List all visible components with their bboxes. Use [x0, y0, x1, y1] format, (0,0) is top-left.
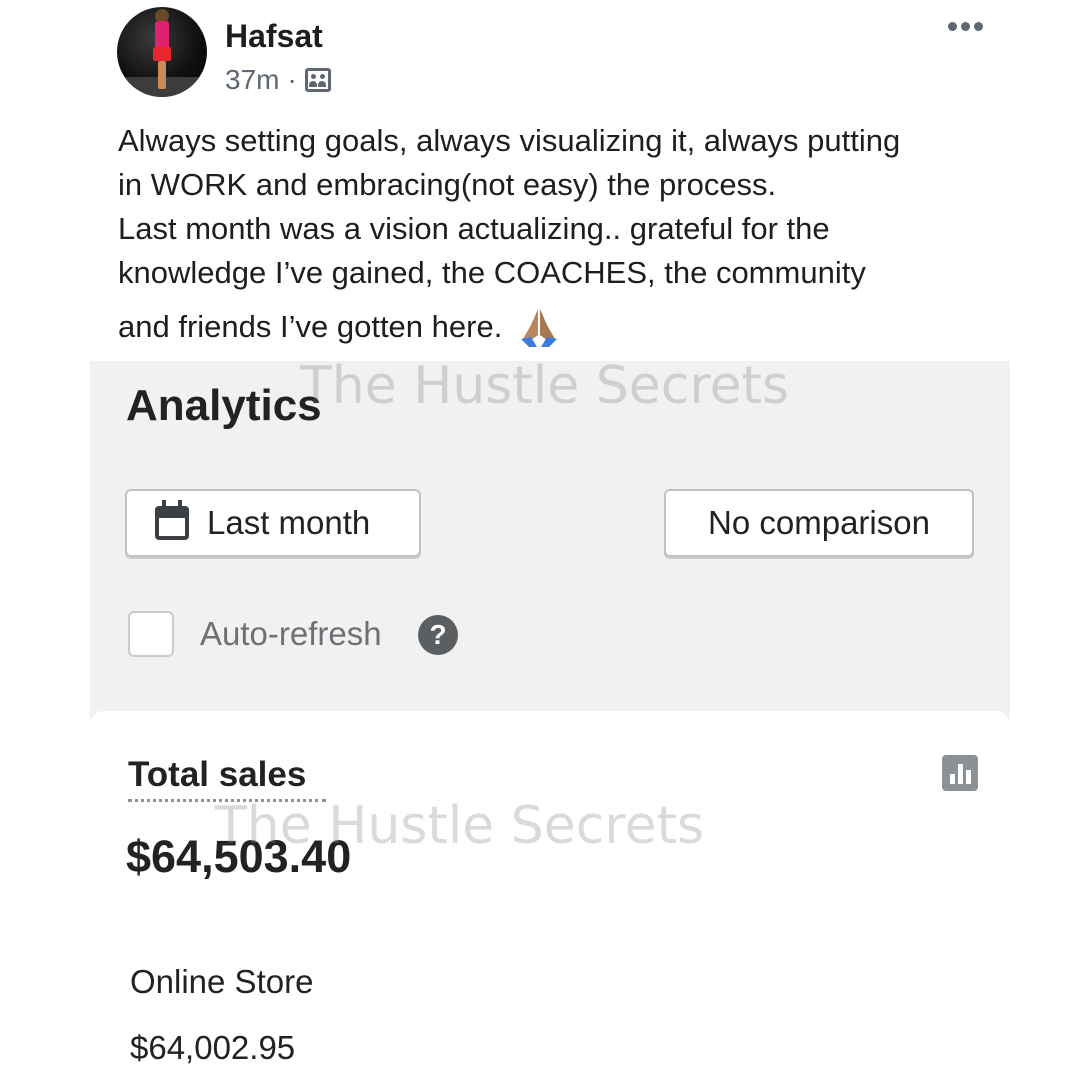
total-sales-label[interactable]: Total sales — [128, 755, 306, 795]
post-text-line: in WORK and embracing(not easy) the proc… — [118, 167, 777, 202]
online-store-value: $64,002.95 — [130, 1029, 296, 1066]
post-time[interactable]: 37m — [225, 64, 279, 96]
help-icon[interactable]: ? — [418, 615, 458, 655]
auto-refresh-checkbox[interactable] — [128, 611, 174, 657]
post-text-line: knowledge I’ve gained, the COACHES, the … — [118, 255, 866, 290]
facebook-post: Hafsat 37m · Always setting goals, alway… — [0, 0, 1080, 1080]
author-avatar[interactable] — [117, 7, 207, 97]
post-text-line: and friends I’ve gotten here. — [118, 309, 503, 344]
analytics-title: Analytics — [126, 381, 322, 430]
date-range-button[interactable]: Last month — [125, 489, 421, 557]
more-options-icon[interactable] — [948, 22, 983, 31]
post-text-line: Always setting goals, always visualizing… — [118, 123, 901, 158]
calendar-icon — [155, 500, 189, 540]
total-sales-card: Total sales $64,503.40 Online Store $64,… — [90, 711, 1010, 1080]
comparison-label: No comparison — [708, 504, 930, 541]
total-sales-value: $64,503.40 — [126, 831, 352, 882]
post-text-line: Last month was a vision actualizing.. gr… — [118, 211, 830, 246]
author-name[interactable]: Hafsat — [225, 18, 323, 55]
meta-separator: · — [287, 64, 297, 95]
post-meta: 37m · — [225, 64, 331, 96]
folded-hands-emoji — [520, 309, 557, 347]
auto-refresh-label: Auto-refresh — [200, 615, 382, 652]
group-icon — [304, 68, 331, 92]
analytics-screenshot: Analytics Last month No comparison Auto-… — [90, 361, 1010, 1080]
comparison-button[interactable]: No comparison — [664, 489, 974, 557]
bar-chart-icon[interactable] — [942, 755, 978, 791]
online-store-label: Online Store — [130, 963, 314, 1000]
date-range-label: Last month — [207, 504, 371, 541]
dotted-underline — [128, 799, 326, 802]
post-text: Always setting goals, always visualizing… — [118, 119, 1018, 349]
